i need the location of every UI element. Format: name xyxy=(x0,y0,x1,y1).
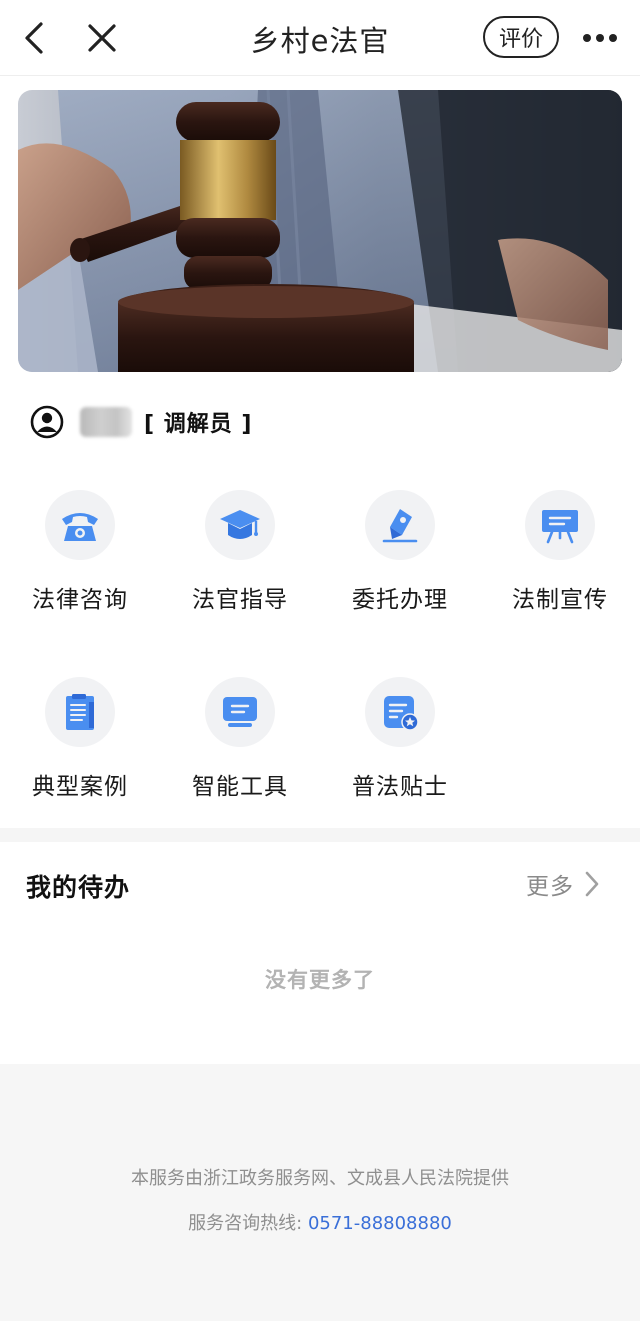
service-legal-publicity[interactable]: 法制宣传 xyxy=(480,490,640,630)
service-label: 委托办理 xyxy=(352,587,448,613)
computer-terminal-icon xyxy=(223,697,257,727)
empty-list-message: 没有更多了 xyxy=(265,968,375,992)
service-label: 典型案例 xyxy=(32,774,128,800)
telephone-icon xyxy=(62,513,98,541)
todo-section-title: 我的待办 xyxy=(26,873,131,902)
service-entrusted-handling[interactable]: 委托办理 xyxy=(320,490,480,630)
service-typical-cases[interactable]: 典型案例 xyxy=(0,677,160,817)
presentation-board-icon xyxy=(542,510,578,544)
rate-button[interactable]: 评价 xyxy=(483,16,559,58)
user-avatar-icon xyxy=(30,405,64,439)
icon-circle xyxy=(45,677,115,747)
section-divider xyxy=(0,828,640,842)
service-provider-text: 本服务由浙江政务服务网、文成县人民法院提供 xyxy=(131,1168,509,1189)
icon-circle xyxy=(45,490,115,560)
more-options-button[interactable] xyxy=(574,14,626,62)
more-dot-icon xyxy=(596,34,604,42)
blurred-user-name xyxy=(80,407,132,437)
more-link-label: 更多 xyxy=(526,874,574,900)
icon-circle xyxy=(525,490,595,560)
pen-sign-icon xyxy=(382,509,418,543)
service-judge-guidance[interactable]: 法官指导 xyxy=(160,490,320,630)
more-dot-icon xyxy=(583,34,591,42)
service-label: 法制宣传 xyxy=(512,587,608,613)
graduation-cap-icon xyxy=(220,510,260,539)
icon-circle xyxy=(365,490,435,560)
service-legal-tips[interactable]: 普法贴士 xyxy=(320,677,480,817)
service-legal-consultation[interactable]: 法律咨询 xyxy=(0,490,160,630)
clipboard-document-icon xyxy=(66,694,94,730)
user-role-label: [ 调解员 ] xyxy=(144,412,253,437)
service-label: 法官指导 xyxy=(192,587,288,613)
more-dot-icon xyxy=(609,34,617,42)
note-star-icon xyxy=(384,696,419,731)
user-info-row: [ 调解员 ] xyxy=(30,402,252,442)
hotline-phone-link[interactable]: 0571-88808880 xyxy=(308,1213,452,1234)
service-label: 法律咨询 xyxy=(32,587,128,613)
todo-more-link[interactable]: 更多 xyxy=(526,866,600,902)
hero-banner-gavel-image[interactable] xyxy=(18,90,622,372)
icon-circle xyxy=(365,677,435,747)
top-nav-bar: 乡村e法官 评价 xyxy=(0,0,640,76)
service-label: 普法贴士 xyxy=(352,774,448,800)
icon-circle xyxy=(205,490,275,560)
hotline-label: 服务咨询热线: xyxy=(188,1213,303,1234)
gavel-illustration xyxy=(18,90,622,372)
chevron-right-icon xyxy=(585,871,599,897)
service-label: 智能工具 xyxy=(192,774,288,800)
hotline-row: 服务咨询热线: 0571-88808880 xyxy=(0,1209,640,1235)
icon-circle xyxy=(205,677,275,747)
service-smart-tools[interactable]: 智能工具 xyxy=(160,677,320,817)
footer: 本服务由浙江政务服务网、文成县人民法院提供 服务咨询热线: 0571-88808… xyxy=(0,1064,640,1321)
